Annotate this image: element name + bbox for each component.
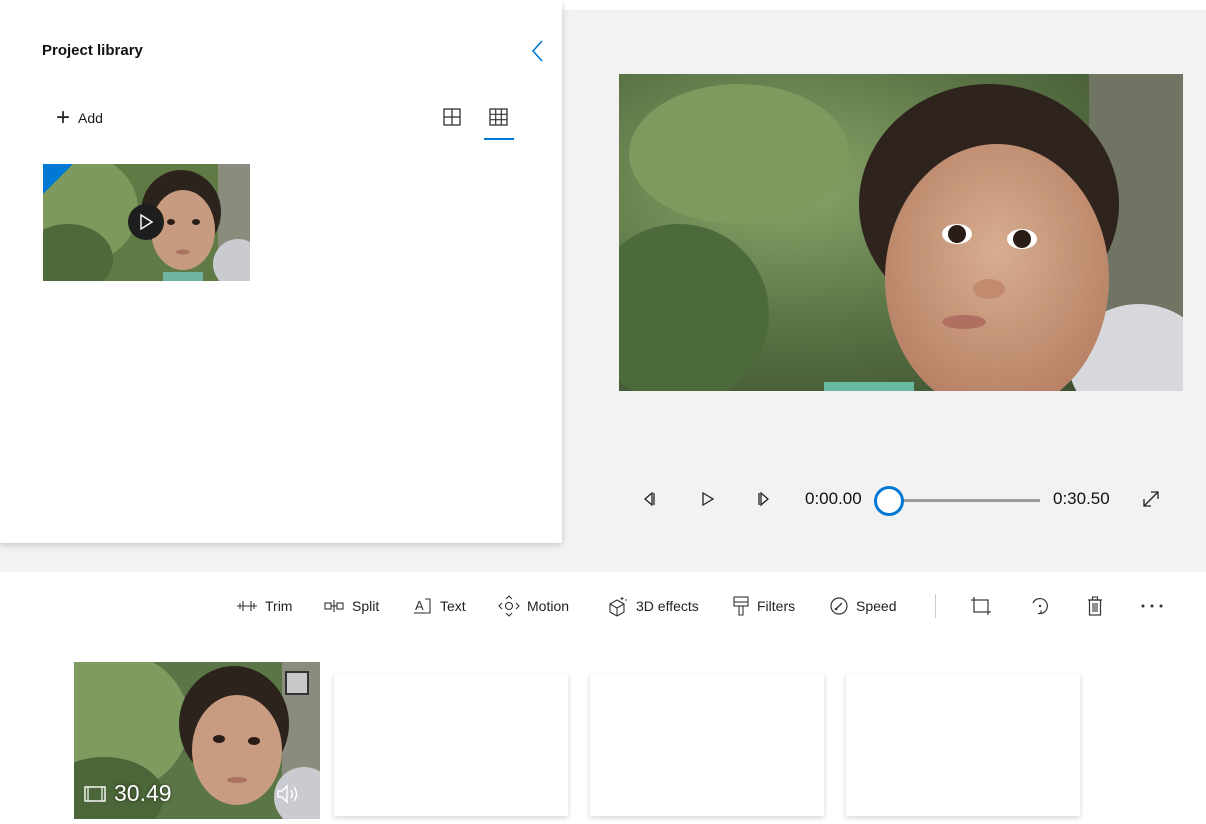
seek-bar[interactable] — [890, 499, 1040, 502]
trim-icon — [237, 601, 257, 611]
add-media-button[interactable]: + Add — [56, 105, 103, 131]
delete-button[interactable] — [1086, 594, 1104, 618]
trim-label: Trim — [265, 598, 293, 614]
small-thumbnails-view-button[interactable] — [484, 106, 514, 140]
motion-label: Motion — [527, 598, 570, 614]
filters-icon — [733, 596, 749, 616]
chevron-left-icon — [531, 40, 543, 62]
film-icon — [84, 785, 106, 802]
add-media-label: Add — [78, 110, 103, 126]
speed-icon — [830, 597, 848, 615]
motion-icon — [498, 595, 520, 617]
rotate-button[interactable] — [1029, 594, 1051, 618]
motion-button[interactable]: Motion — [498, 594, 569, 618]
step-forward-icon — [758, 491, 769, 507]
seek-thumb[interactable] — [874, 486, 904, 516]
text-button[interactable]: A Text — [413, 594, 466, 618]
selection-corner-marker — [43, 164, 73, 194]
svg-text:A: A — [415, 598, 424, 613]
play-icon — [128, 204, 164, 240]
storyboard-empty-slot[interactable] — [846, 674, 1080, 816]
storyboard-empty-slot[interactable] — [590, 674, 824, 816]
split-icon — [324, 600, 344, 612]
total-duration: 0:30.50 — [1053, 489, 1110, 508]
play-icon — [702, 491, 715, 507]
split-label: Split — [352, 598, 380, 614]
play-button[interactable] — [700, 488, 716, 515]
previous-frame-button[interactable] — [641, 488, 657, 515]
video-preview[interactable] — [619, 74, 1183, 391]
filters-button[interactable]: Filters — [732, 594, 795, 618]
next-frame-button[interactable] — [756, 488, 772, 515]
speed-button[interactable]: Speed — [829, 594, 896, 618]
plus-icon: + — [56, 104, 71, 131]
grid-large-icon — [443, 108, 461, 126]
more-options-button[interactable] — [1140, 594, 1166, 618]
active-view-indicator — [484, 138, 514, 140]
expand-icon — [1143, 491, 1159, 507]
split-button[interactable]: Split — [323, 594, 379, 618]
3d-effects-button[interactable]: 3D effects — [607, 594, 699, 618]
clip-select-checkbox[interactable] — [285, 671, 309, 695]
toolbar-separator — [935, 594, 936, 618]
current-time: 0:00.00 — [805, 489, 862, 508]
clip-volume-button[interactable] — [275, 782, 303, 811]
project-library-panel: Project library + Add — [0, 0, 562, 543]
collapse-library-button[interactable] — [528, 38, 548, 64]
3d-effects-label: 3D effects — [636, 598, 699, 614]
clip-duration-value: 30.49 — [114, 780, 172, 806]
preview-frame-image — [619, 74, 1183, 391]
clip-duration: 30.49 — [84, 780, 172, 807]
more-icon — [1141, 604, 1163, 608]
library-video-thumbnail[interactable] — [43, 164, 250, 281]
large-thumbnails-view-button[interactable] — [441, 106, 463, 128]
3d-effects-icon — [609, 597, 627, 617]
text-label: Text — [440, 598, 466, 614]
step-back-icon — [644, 491, 655, 507]
volume-icon — [277, 784, 298, 804]
storyboard-empty-slot[interactable] — [334, 674, 568, 816]
grid-small-icon — [489, 108, 508, 126]
resize-button[interactable] — [970, 594, 992, 618]
trim-button[interactable]: Trim — [236, 594, 292, 618]
rotate-icon — [1032, 597, 1048, 615]
storyboard-clip[interactable]: 30.49 — [74, 662, 320, 819]
resize-icon — [971, 597, 991, 615]
speed-label: Speed — [856, 598, 897, 614]
text-icon: A — [414, 598, 431, 614]
trash-icon — [1088, 596, 1102, 616]
fullscreen-button[interactable] — [1140, 488, 1162, 515]
filters-label: Filters — [757, 598, 796, 614]
project-library-title: Project library — [42, 42, 143, 59]
